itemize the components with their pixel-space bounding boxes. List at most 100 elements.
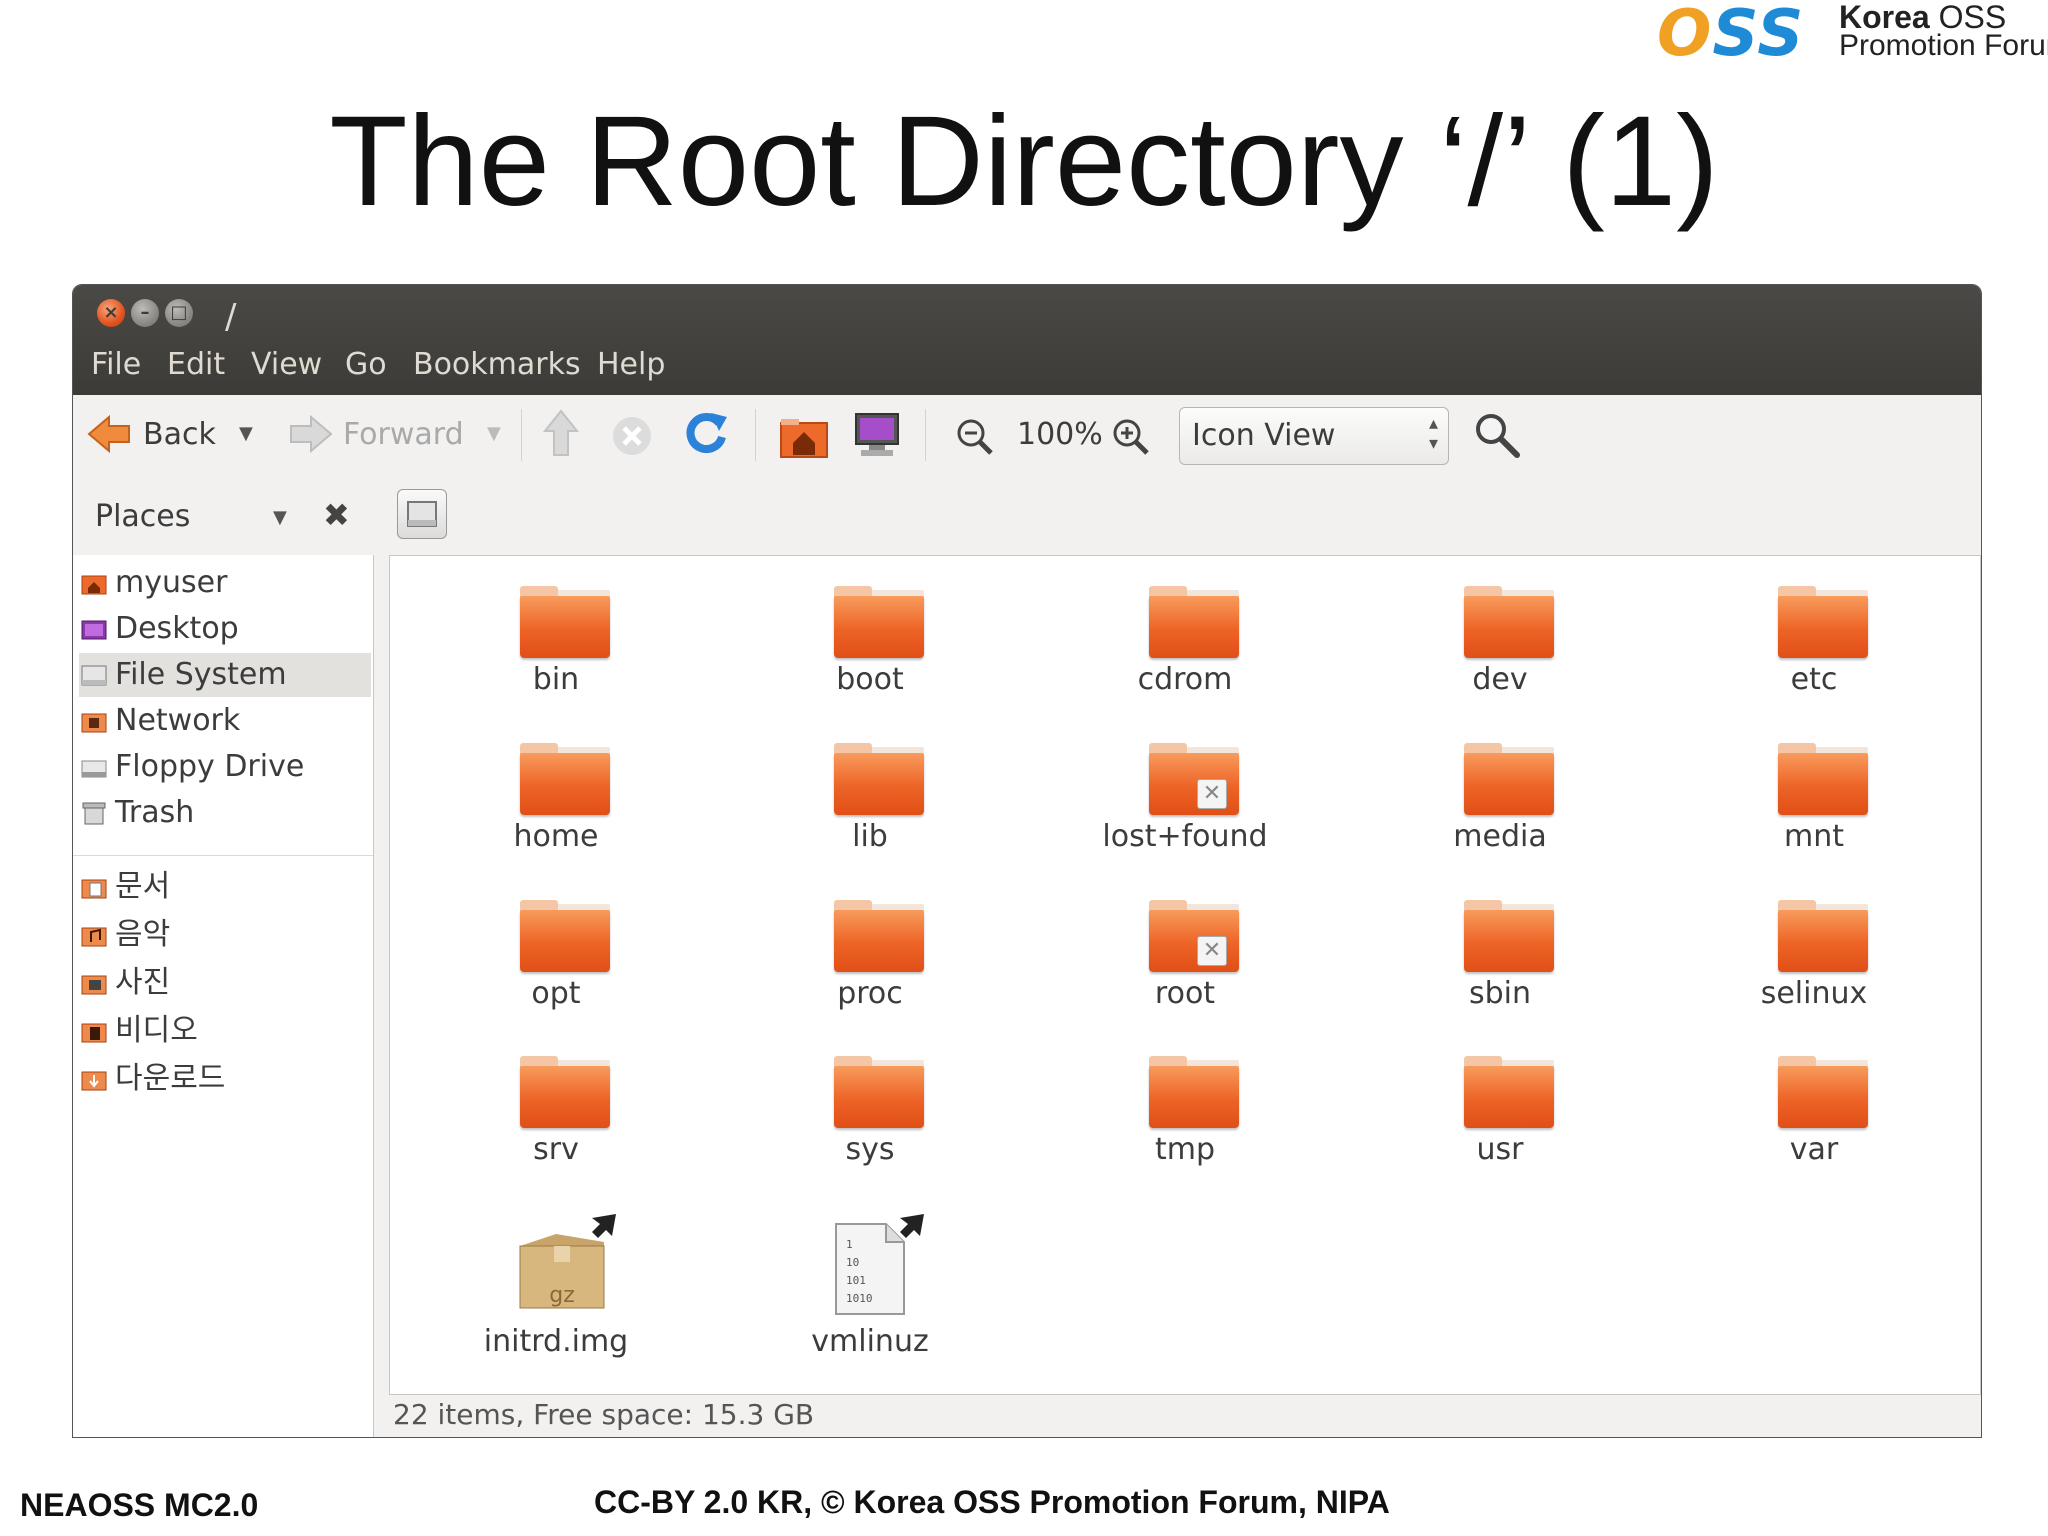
folder-icon	[520, 586, 610, 658]
sidebar-item-videos[interactable]: 비디오	[79, 1009, 371, 1053]
zoom-in-icon	[1113, 419, 1149, 455]
back-label[interactable]: Back	[143, 415, 216, 455]
archive-badge: gz	[549, 1283, 575, 1308]
sidebar-item-label: Desktop	[115, 611, 239, 646]
file-item-sys[interactable]: sys	[740, 1032, 1000, 1182]
file-item-tmp[interactable]: tmp	[1055, 1032, 1315, 1182]
home-button[interactable]	[779, 413, 829, 463]
file-item-cdrom[interactable]: cdrom	[1055, 562, 1315, 712]
file-name: srv	[533, 1132, 579, 1167]
computer-button[interactable]	[853, 411, 901, 463]
file-name: lost+found	[1102, 819, 1268, 854]
menu-view[interactable]: View	[251, 345, 322, 385]
home-folder-icon	[81, 575, 107, 595]
file-item-initrd-img[interactable]: gz initrd.img	[426, 1212, 686, 1372]
sidebar-item-desktop[interactable]: Desktop	[79, 607, 371, 651]
file-name: etc	[1790, 662, 1838, 697]
file-name: vmlinuz	[811, 1324, 929, 1359]
folder-icon	[834, 743, 924, 815]
file-name: opt	[531, 976, 581, 1011]
folder-icon	[834, 900, 924, 972]
file-item-mnt[interactable]: mnt	[1684, 719, 1944, 869]
folder-icon	[1464, 900, 1554, 972]
forward-history-dropdown[interactable]: ▼	[487, 423, 501, 444]
toolbar-separator	[925, 409, 926, 461]
home-folder-icon	[780, 419, 828, 458]
forward-button[interactable]	[287, 411, 335, 461]
status-text: 22 items, Free space: 15.3 GB	[393, 1398, 815, 1431]
file-name: root	[1154, 976, 1216, 1011]
file-item-lib[interactable]: lib	[740, 719, 1000, 869]
file-item-var[interactable]: var	[1684, 1032, 1944, 1182]
back-button[interactable]	[85, 411, 133, 461]
file-item-proc[interactable]: proc	[740, 876, 1000, 1026]
file-view: bin boot cdrom dev etc home lib ✕ lost+f…	[389, 555, 1981, 1395]
file-item-media[interactable]: media	[1370, 719, 1630, 869]
menu-help[interactable]: Help	[597, 345, 665, 385]
logo-line2: Promotion Forum	[1839, 29, 2048, 62]
sidebar-item-file-system[interactable]: File System	[79, 653, 371, 697]
file-item-selinux[interactable]: selinux	[1684, 876, 1944, 1026]
up-arrow-icon	[542, 409, 580, 456]
file-item-opt[interactable]: opt	[426, 876, 686, 1026]
sidebar-item-network[interactable]: Network	[79, 699, 371, 743]
sidebar-item-documents[interactable]: 문서	[79, 865, 371, 909]
file-item-vmlinuz[interactable]: 1 10 101 1010 vmlinuz	[740, 1212, 1000, 1372]
folder-icon	[1464, 586, 1554, 658]
folder-icon	[834, 1056, 924, 1128]
folder-icon	[834, 586, 924, 658]
file-item-root[interactable]: ✕ root	[1055, 876, 1315, 1026]
file-name: lib	[852, 819, 888, 854]
maximize-window-button[interactable]: □	[165, 299, 193, 327]
forward-label[interactable]: Forward	[343, 415, 464, 455]
menu-file[interactable]: File	[91, 345, 141, 385]
menu-bar: File Edit View Go Bookmarks Help	[73, 335, 1981, 395]
computer-icon	[855, 413, 899, 456]
file-item-usr[interactable]: usr	[1370, 1032, 1630, 1182]
folder-icon	[1778, 1056, 1868, 1128]
path-filesystem-button[interactable]	[397, 489, 447, 539]
minimize-window-button[interactable]: –	[131, 299, 159, 327]
footer-left: NEAOSS MC2.0	[20, 1487, 259, 1523]
file-name: sbin	[1468, 976, 1532, 1011]
file-item-home[interactable]: home	[426, 719, 686, 869]
reload-button[interactable]	[683, 411, 729, 461]
sidebar-item-trash[interactable]: Trash	[79, 791, 371, 835]
sidebar-item-music[interactable]: 음악	[79, 913, 371, 957]
stop-button[interactable]	[611, 415, 653, 461]
sidebar-item-myuser[interactable]: myuser	[79, 561, 371, 605]
file-item-sbin[interactable]: sbin	[1370, 876, 1630, 1026]
view-mode-select[interactable]: Icon View ▴ ▾	[1179, 407, 1449, 465]
sidebar-item-downloads[interactable]: 다운로드	[79, 1057, 371, 1101]
close-window-button[interactable]: ×	[97, 299, 125, 327]
up-button[interactable]	[541, 409, 581, 463]
menu-bookmarks[interactable]: Bookmarks	[413, 345, 581, 385]
window-title: /	[225, 297, 237, 337]
sidebar-item-label: 음악	[115, 917, 171, 952]
toolbar: Back ▼ Forward ▼ 100% Icon View ▴ ▾	[73, 395, 1981, 475]
file-item-etc[interactable]: etc	[1684, 562, 1944, 712]
menu-edit[interactable]: Edit	[167, 345, 225, 385]
places-dropdown-arrow[interactable]: ▼	[273, 507, 287, 528]
binary-line: 1010	[846, 1292, 873, 1305]
sidebar-item-floppy-drive[interactable]: Floppy Drive	[79, 745, 371, 789]
sidebar-item-pictures[interactable]: 사진	[79, 961, 371, 1005]
zoom-out-button[interactable]	[955, 417, 995, 461]
oss-logo-mark: OSS	[1657, 0, 1805, 71]
pictures-folder-icon	[81, 975, 107, 995]
places-sidebar: myuser Desktop File System Network Flopp…	[73, 555, 374, 1437]
menu-go[interactable]: Go	[345, 345, 387, 385]
search-button[interactable]	[1473, 411, 1521, 463]
binary-line: 101	[846, 1274, 866, 1287]
file-item-dev[interactable]: dev	[1370, 562, 1630, 712]
file-item-bin[interactable]: bin	[426, 562, 686, 712]
file-item-boot[interactable]: boot	[740, 562, 1000, 712]
file-name: mnt	[1784, 819, 1844, 854]
close-sidebar-icon[interactable]: ✖	[323, 495, 350, 535]
file-item-srv[interactable]: srv	[426, 1032, 686, 1182]
file-name: cdrom	[1137, 662, 1233, 697]
back-history-dropdown[interactable]: ▼	[239, 423, 253, 444]
places-dropdown-label[interactable]: Places	[95, 497, 190, 537]
file-item-lost-found[interactable]: ✕ lost+found	[1055, 719, 1315, 869]
zoom-in-button[interactable]	[1111, 417, 1151, 461]
